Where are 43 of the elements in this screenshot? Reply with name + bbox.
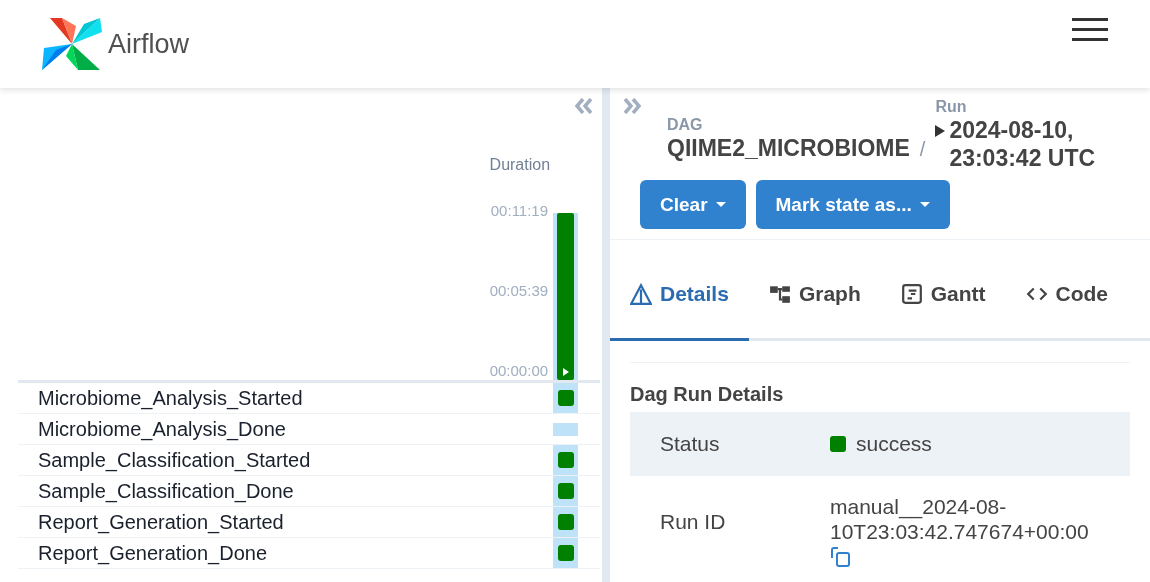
task-name[interactable]: Sample_Classification_Started: [18, 445, 554, 475]
dropdown-button[interactable]: Clear: [640, 180, 746, 229]
run-label: Run: [935, 98, 968, 116]
field-label: Status: [659, 432, 721, 456]
section-title: Dag Run Details: [630, 383, 785, 406]
document-icon: [900, 283, 923, 305]
warning-icon: [630, 283, 652, 305]
task-name[interactable]: Sample_Classification_Done: [18, 476, 554, 506]
task-instance-cell[interactable]: [553, 445, 579, 475]
graph-icon: [768, 283, 791, 305]
duration-tick: 00:11:19: [490, 202, 549, 220]
duration-label: Duration: [489, 156, 551, 175]
task-instance-cell[interactable]: [553, 422, 579, 436]
tab[interactable]: Graph: [748, 278, 881, 341]
dag-name[interactable]: QIIME2_MICROBIOME: [667, 134, 910, 162]
pinwheel-logo-icon: [42, 18, 102, 70]
dag-label: DAG: [667, 116, 704, 134]
run-name[interactable]: 2024-08-10, 23:03:42 UTC: [949, 116, 1110, 172]
play-icon: [935, 125, 946, 137]
duration-tick: 00:00:00: [489, 362, 549, 380]
task-name[interactable]: Report_Generation_Started: [18, 507, 554, 537]
play-icon: [562, 368, 569, 376]
task-name[interactable]: Microbiome_Analysis_Done: [18, 414, 554, 444]
tab[interactable]: Code: [1005, 278, 1129, 341]
status-text: success: [856, 432, 932, 456]
field-label: Run ID: [659, 510, 727, 534]
task-instance-cell[interactable]: [553, 476, 579, 506]
caret-icon: [715, 202, 726, 207]
run-id-text: manual__2024-08-10T23:03:42.747674+00:00: [830, 494, 1090, 544]
duration-tick: 00:05:39: [489, 282, 549, 300]
dropdown-button[interactable]: Mark state as...: [755, 180, 950, 229]
copy-icon[interactable]: [830, 546, 852, 568]
task-instance-cell[interactable]: [553, 507, 579, 537]
task-name[interactable]: Report_Generation_Done: [18, 538, 554, 568]
task-name[interactable]: Microbiome_Analysis_Started: [18, 383, 554, 413]
menu-icon[interactable]: [1072, 18, 1108, 42]
task-instance-cell[interactable]: [553, 538, 579, 568]
tab[interactable]: Details: [610, 278, 749, 341]
brand-name: Airflow: [108, 28, 189, 60]
tab[interactable]: Gantt: [880, 278, 1006, 341]
breadcrumb-separator: /: [919, 138, 926, 161]
caret-icon: [919, 202, 930, 207]
task-instance-cell[interactable]: [553, 383, 579, 413]
